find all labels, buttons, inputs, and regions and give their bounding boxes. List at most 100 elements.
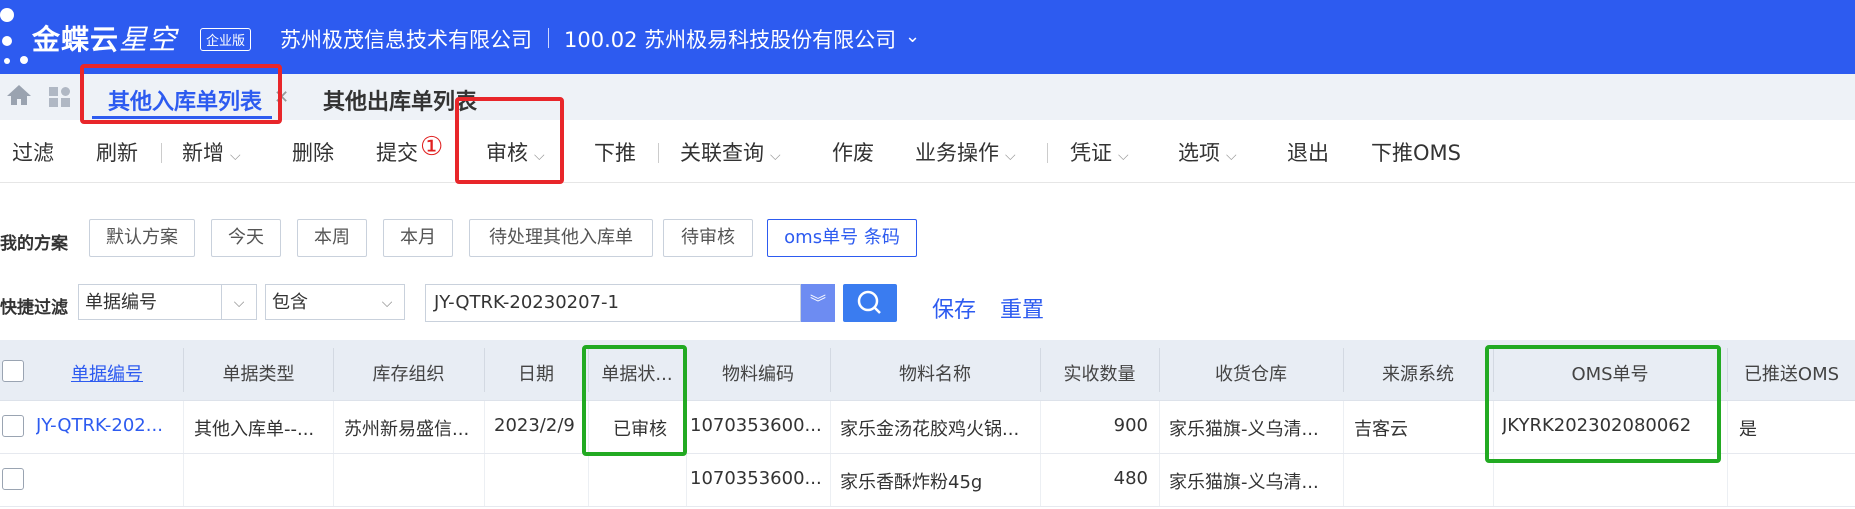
business-ops-label: 业务操作 <box>915 141 999 165</box>
filter-field-value: 单据编号 <box>85 292 157 313</box>
business-ops-button[interactable]: 业务操作 ⌵ <box>915 137 1016 167</box>
active-tab-indicator <box>92 116 272 119</box>
close-icon[interactable]: ✕ <box>274 87 289 108</box>
options-label: 选项 <box>1178 141 1220 165</box>
filter-field-select[interactable]: 单据编号 ⌵ <box>78 284 257 320</box>
column-divider <box>686 401 687 453</box>
cell-bill-no[interactable]: JY-QTRK-202... <box>36 415 182 436</box>
col-bill-no[interactable]: 单据编号 <box>32 360 182 386</box>
app-header: 金蝶云星空 企业版 苏州极茂信息技术有限公司 100.02 苏州极易科技股份有限… <box>0 0 1855 74</box>
chevron-down-icon: ⌵ <box>230 148 241 164</box>
scheme-default[interactable]: 默认方案 <box>89 219 195 257</box>
home-icon[interactable] <box>6 84 32 106</box>
new-button[interactable]: 新增 ⌵ <box>182 137 241 167</box>
filter-operator-select[interactable]: 包含 ⌵ <box>265 284 405 320</box>
push-down-button[interactable]: 下推 <box>594 137 636 167</box>
voucher-label: 凭证 <box>1070 141 1112 165</box>
column-divider <box>1727 454 1728 506</box>
double-chevron-down-icon[interactable]: ︾ <box>801 284 835 322</box>
column-divider <box>183 401 184 453</box>
col-bill-type[interactable]: 单据类型 <box>184 360 333 386</box>
cell-date: 2023/2/9 <box>494 415 575 436</box>
tab-bar: 其他入库单列表 ✕ 其他出库单列表 <box>0 74 1855 120</box>
scheme-today[interactable]: 今天 <box>211 219 281 257</box>
col-stock-org[interactable]: 库存组织 <box>334 360 483 386</box>
brand-logo: 金蝶云星空 <box>32 18 177 58</box>
scheme-pending-inbound[interactable]: 待处理其他入库单 <box>469 219 653 257</box>
column-divider <box>1493 401 1494 453</box>
tab-other-outbound-list[interactable]: 其他出库单列表 <box>323 84 477 116</box>
chevron-down-icon: ⌵ <box>534 148 545 164</box>
column-divider <box>333 454 334 506</box>
cell-oms-no: JKYRK202302080062 <box>1502 415 1692 436</box>
col-source-system[interactable]: 来源系统 <box>1344 360 1492 386</box>
col-warehouse[interactable]: 收货仓库 <box>1160 360 1342 386</box>
audit-button[interactable]: 审核 ⌵ <box>486 137 545 167</box>
related-query-button[interactable]: 关联查询 ⌵ <box>680 137 781 167</box>
col-received-qty[interactable]: 实收数量 <box>1041 360 1158 386</box>
cell-material-name: 家乐金汤花胶鸡火锅... <box>840 419 1020 440</box>
filter-button[interactable]: 过滤 <box>12 137 54 167</box>
chevron-down-icon: ⌵ <box>221 285 256 319</box>
org-selector[interactable]: 苏州极茂信息技术有限公司 <box>280 24 532 54</box>
col-material-code[interactable]: 物料编码 <box>687 360 829 386</box>
voucher-button[interactable]: 凭证 ⌵ <box>1070 137 1129 167</box>
col-bill-status[interactable]: 单据状... <box>589 360 685 386</box>
cell-bill-status: 已审核 <box>613 419 667 440</box>
column-divider <box>588 454 589 506</box>
save-button[interactable]: 保存 <box>932 292 976 324</box>
tab-other-inbound-list[interactable]: 其他入库单列表 <box>108 84 262 116</box>
col-date[interactable]: 日期 <box>485 360 587 386</box>
quick-filter-input[interactable]: JY-QTRK-20230207-1 <box>425 284 801 322</box>
toolbar: 过滤 刷新 新增 ⌵ 删除 提交 ① 审核 ⌵ 下推 关联查询 ⌵ 作废 业务操作 ⌵ … <box>0 120 1855 183</box>
header-separator <box>548 28 549 48</box>
cell-warehouse: 家乐猫旗-义乌清... <box>1169 472 1319 493</box>
scheme-oms-barcode[interactable]: oms单号 条码 <box>767 219 917 257</box>
logo-dots-icon <box>0 0 30 74</box>
grid-header: 单据编号 单据类型 库存组织 日期 单据状... 物料编码 物料名称 实收数量 … <box>0 340 1855 401</box>
filter-operator-value: 包含 <box>272 292 308 313</box>
toolbar-separator <box>161 143 162 163</box>
search-button[interactable] <box>843 284 897 322</box>
cell-source-system: 吉客云 <box>1354 419 1408 440</box>
table-row[interactable]: JY-QTRK-202... 其他入库单--... 苏州新易盛信... 2023… <box>0 401 1855 454</box>
cell-warehouse: 家乐猫旗-义乌清... <box>1169 419 1319 440</box>
exit-button[interactable]: 退出 <box>1287 137 1329 167</box>
refresh-button[interactable]: 刷新 <box>96 137 138 167</box>
chevron-down-icon: ⌵ <box>770 148 781 164</box>
row-checkbox[interactable] <box>2 415 24 437</box>
column-divider <box>1493 454 1494 506</box>
push-oms-button[interactable]: 下推OMS <box>1371 137 1461 167</box>
column-divider <box>588 401 589 453</box>
scheme-this-month[interactable]: 本月 <box>383 219 453 257</box>
chevron-down-icon: ⌵ <box>1118 148 1129 164</box>
chevron-down-icon: ⌵ <box>1005 148 1016 164</box>
reset-button[interactable]: 重置 <box>1000 292 1044 324</box>
apps-grid-icon[interactable] <box>48 86 72 108</box>
col-pushed-oms[interactable]: 已推送OMS <box>1728 360 1855 386</box>
col-material-name[interactable]: 物料名称 <box>831 360 1039 386</box>
brand-name: 金蝶云 <box>32 23 120 56</box>
submit-button[interactable]: 提交 <box>376 137 418 167</box>
delete-button[interactable]: 删除 <box>292 137 334 167</box>
col-oms-no[interactable]: OMS单号 <box>1494 360 1726 386</box>
table-row[interactable]: 1070353600... 家乐香酥炸粉45g 480 家乐猫旗-义乌清... <box>0 454 1855 507</box>
schemes-label: 我的方案 <box>0 234 68 254</box>
scheme-pending-audit[interactable]: 待审核 <box>663 219 753 257</box>
company-selector[interactable]: 100.02 苏州极易科技股份有限公司 <box>564 24 896 54</box>
row-checkbox[interactable] <box>2 468 24 490</box>
options-button[interactable]: 选项 ⌵ <box>1178 137 1237 167</box>
column-divider <box>686 454 687 506</box>
scheme-this-week[interactable]: 本周 <box>297 219 367 257</box>
select-all-checkbox[interactable] <box>2 360 24 382</box>
new-label: 新增 <box>182 141 224 165</box>
column-divider <box>1159 454 1160 506</box>
quick-filter-label: 快捷过滤 <box>0 298 68 318</box>
related-query-label: 关联查询 <box>680 141 764 165</box>
column-divider <box>1727 401 1728 453</box>
column-divider <box>484 454 485 506</box>
void-button[interactable]: 作废 <box>832 137 874 167</box>
chevron-down-icon[interactable]: ⌄ <box>905 26 920 47</box>
toolbar-separator <box>658 143 659 163</box>
data-grid: 单据编号 单据类型 库存组织 日期 单据状... 物料编码 物料名称 实收数量 … <box>0 340 1855 509</box>
